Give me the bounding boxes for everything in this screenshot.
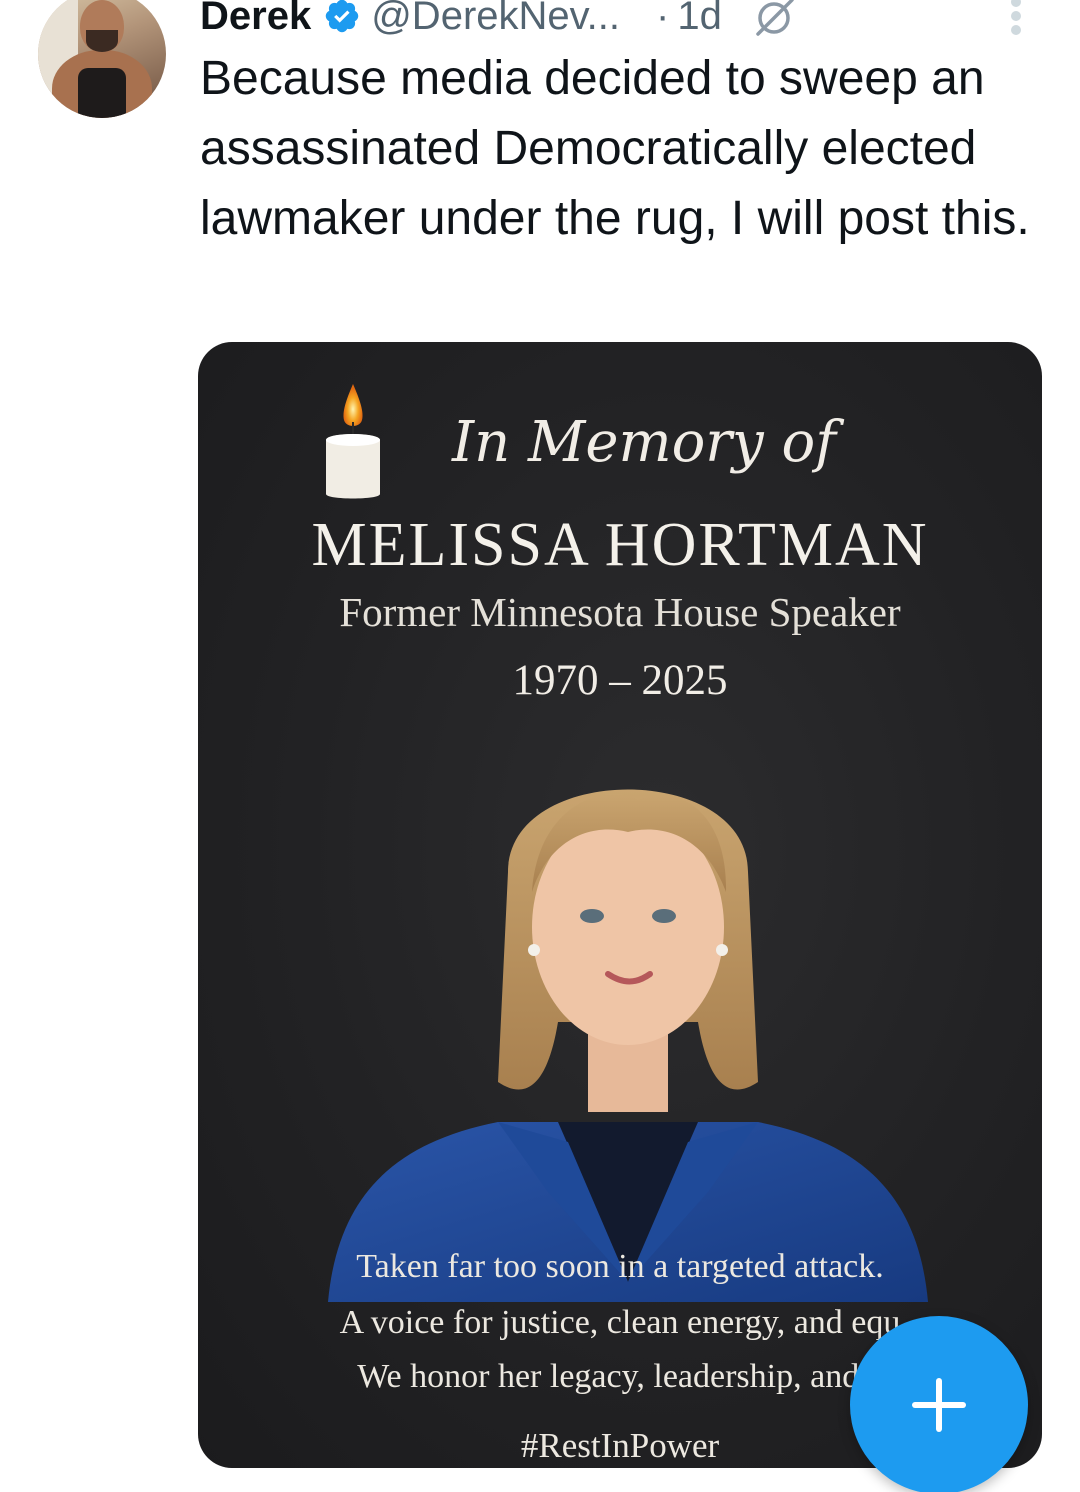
- timestamp[interactable]: 1d: [677, 0, 722, 39]
- tweet-media-image[interactable]: In Memory of MELISSA HORTMAN Former Minn…: [198, 342, 1042, 1468]
- verified-badge-icon[interactable]: [323, 0, 361, 35]
- memorial-role: Former Minnesota House Speaker: [339, 589, 901, 635]
- compose-button[interactable]: [850, 1316, 1028, 1492]
- more-vertical-icon[interactable]: [1006, 0, 1026, 40]
- avatar-beard: [86, 30, 118, 52]
- portrait-photo: [328, 789, 928, 1302]
- separator-dot: ·: [656, 0, 670, 38]
- tweet-text: Because media decided to sweep an assass…: [200, 52, 1030, 245]
- memorial-heading: In Memory of: [452, 410, 836, 475]
- avatar[interactable]: [38, 0, 166, 118]
- memorial-name: MELISSA HORTMAN: [311, 511, 929, 579]
- grok-icon[interactable]: [750, 0, 802, 36]
- avatar-shirt: [78, 68, 126, 118]
- author-name[interactable]: Derek: [200, 0, 311, 39]
- author-handle[interactable]: @DerekNev...: [371, 0, 620, 39]
- memorial-caption-line-1: Taken far too soon in a targeted attack.: [356, 1248, 884, 1285]
- candle-icon: [326, 384, 380, 499]
- memorial-years: 1970 – 2025: [512, 657, 728, 704]
- tweet-header: Derek @DerekNev... · 1d: [200, 0, 802, 46]
- plus-icon: [912, 1378, 966, 1432]
- tweet[interactable]: Derek @DerekNev... · 1d Because media de…: [0, 0, 1080, 1492]
